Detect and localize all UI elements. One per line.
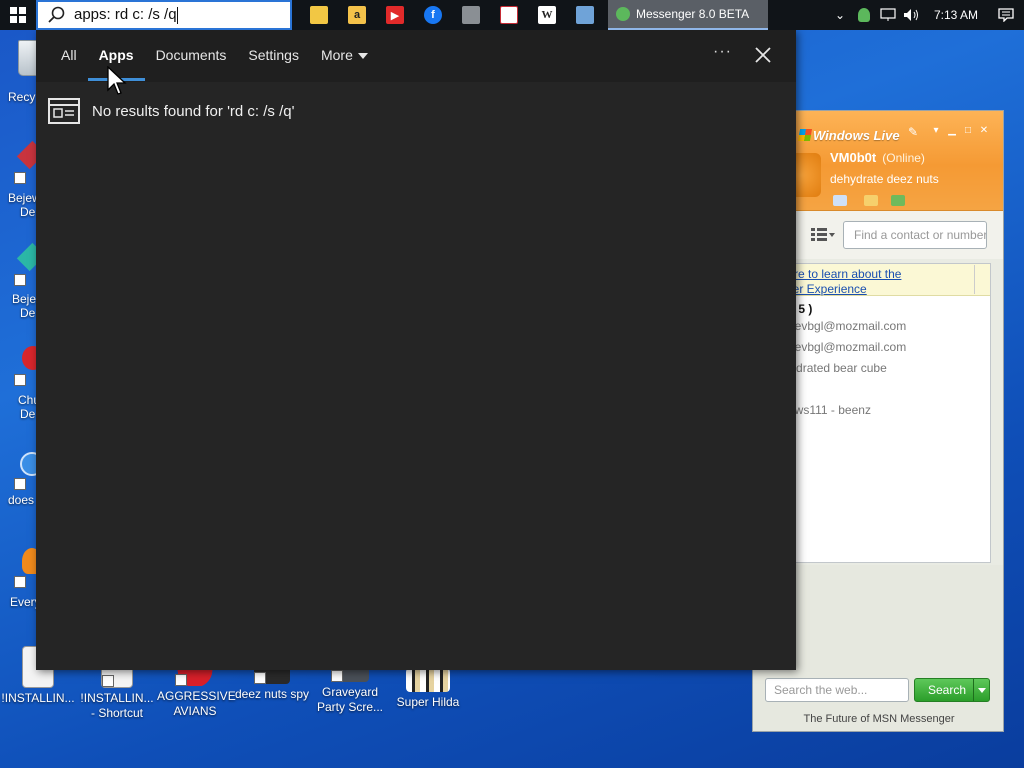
text-caret bbox=[176, 6, 178, 24]
status-text: (Online) bbox=[882, 151, 925, 165]
desktop-icon-chuzzle[interactable] bbox=[14, 344, 44, 392]
tab-documents[interactable]: Documents bbox=[145, 30, 238, 82]
amazon-icon[interactable]: a bbox=[338, 0, 376, 30]
minimize-icon[interactable]: ▁ bbox=[947, 126, 957, 136]
messenger-footer: The Future of MSN Messenger bbox=[803, 713, 955, 725]
shortcut-arrow-icon bbox=[102, 675, 114, 687]
list-view-icon[interactable] bbox=[811, 228, 835, 242]
shortcut-arrow-icon bbox=[14, 172, 26, 184]
banner-scrollbar[interactable] bbox=[974, 265, 988, 294]
shortcut-arrow-icon bbox=[254, 672, 266, 684]
web-search-input[interactable]: Search the web... bbox=[765, 678, 909, 702]
search-result: No results found for 'rd c: /s /q' bbox=[36, 82, 796, 140]
search-button-label: Search bbox=[928, 683, 967, 697]
desktop-icon-does[interactable] bbox=[14, 450, 44, 490]
mail-icon[interactable] bbox=[833, 195, 847, 206]
windows-logo-icon bbox=[10, 7, 26, 23]
search-icon bbox=[48, 6, 65, 23]
find-contact-input[interactable]: Find a contact or number bbox=[843, 221, 987, 249]
desktop-label: De bbox=[20, 205, 36, 219]
username-text: VM0b0t bbox=[830, 150, 877, 165]
system-tray: ⌄ 7:13 AM bbox=[828, 0, 1024, 30]
tab-settings[interactable]: Settings bbox=[237, 30, 310, 82]
tab-apps-label: Apps bbox=[98, 47, 134, 63]
tab-more[interactable]: More bbox=[310, 30, 379, 82]
desktop-label: Beje bbox=[12, 292, 37, 306]
desktop-icon-bejeweled-2[interactable] bbox=[14, 242, 46, 292]
messenger-brand: Windows Live bbox=[813, 128, 900, 143]
desktop-label: De bbox=[20, 407, 36, 421]
facebook-icon[interactable]: f bbox=[414, 0, 452, 30]
taskbar: apps: rd c: /s /q a ▶ f W Messenger 8.0 … bbox=[0, 0, 1024, 30]
display-picture[interactable] bbox=[793, 153, 821, 197]
search-options-dropdown[interactable] bbox=[973, 679, 989, 701]
no-results-text: No results found for 'rd c: /s /q' bbox=[92, 102, 295, 120]
tab-settings-label: Settings bbox=[248, 47, 299, 63]
shortcut-arrow-icon bbox=[331, 670, 343, 682]
mouse-pointer-icon bbox=[107, 65, 127, 96]
tab-all-label: All bbox=[61, 47, 77, 63]
ellipsis-icon[interactable]: ··· bbox=[713, 43, 732, 61]
spaces-icon[interactable] bbox=[864, 195, 878, 206]
desktop-icon-label: deez nuts spy bbox=[234, 687, 310, 701]
start-button[interactable] bbox=[0, 0, 36, 30]
desktop-label: Recy bbox=[8, 90, 36, 104]
search-flyout: All Apps Documents Settings More ··· No … bbox=[36, 30, 796, 670]
desktop-icon-label: AGGRESSIVE AVIANS bbox=[157, 689, 236, 718]
maximize-icon[interactable]: □ bbox=[963, 126, 973, 136]
tab-more-label: More bbox=[320, 47, 353, 63]
close-icon[interactable]: ✕ bbox=[979, 126, 989, 136]
messenger-taskbar-label: Messenger 8.0 BETA bbox=[636, 7, 750, 21]
messenger-username[interactable]: VM0b0t (Online) bbox=[830, 150, 925, 165]
tools-icon[interactable]: ✎ bbox=[908, 125, 922, 139]
web-search-button[interactable]: Search bbox=[914, 678, 990, 702]
pinned-apps: a ▶ f W bbox=[300, 0, 604, 30]
messenger-icon bbox=[616, 7, 630, 21]
search-query-text: apps: rd c: /s /q bbox=[74, 6, 178, 24]
shortcut-arrow-icon bbox=[175, 674, 187, 686]
window-buttons: ▾ ▁ □ ✕ bbox=[931, 126, 989, 136]
messenger-status-icon[interactable] bbox=[852, 0, 876, 30]
dropdown-icon[interactable]: ▾ bbox=[931, 126, 941, 136]
network-icon[interactable] bbox=[876, 0, 900, 30]
tab-all[interactable]: All bbox=[50, 30, 88, 82]
search-query: apps: rd c: /s /q bbox=[74, 6, 177, 24]
windows-live-logo-icon bbox=[797, 129, 813, 141]
youtube-icon[interactable]: ▶ bbox=[376, 0, 414, 30]
desktop-label: does bbox=[8, 493, 35, 507]
desktop-label: De bbox=[20, 306, 36, 320]
taskbar-search-box[interactable]: apps: rd c: /s /q bbox=[36, 0, 292, 30]
shortcut-arrow-icon bbox=[14, 576, 26, 588]
desktop-icon-label: Super Hilda bbox=[396, 695, 460, 709]
action-center-icon[interactable] bbox=[988, 0, 1024, 30]
chevron-up-icon[interactable]: ⌄ bbox=[828, 0, 852, 30]
pixel-game-icon bbox=[406, 668, 450, 692]
close-icon[interactable] bbox=[752, 44, 774, 66]
wikipedia-icon[interactable]: W bbox=[528, 0, 566, 30]
clock[interactable]: 7:13 AM bbox=[924, 8, 988, 22]
shortcut-arrow-icon bbox=[14, 374, 26, 386]
app-window-icon bbox=[48, 98, 80, 124]
taskbar-app-messenger[interactable]: Messenger 8.0 BETA bbox=[608, 0, 768, 30]
desktop-icon-label: !INSTALLIN... bbox=[1, 691, 75, 705]
tab-documents-label: Documents bbox=[155, 47, 227, 63]
bank-icon[interactable] bbox=[490, 0, 528, 30]
desktop-icon-label: Graveyard Party Scre... bbox=[316, 685, 384, 714]
photos-icon[interactable] bbox=[566, 0, 604, 30]
desktop-icon-label: !INSTALLIN... - Shortcut bbox=[80, 691, 154, 720]
calculator-icon[interactable] bbox=[452, 0, 490, 30]
search-tabs: All Apps Documents Settings More ··· bbox=[36, 30, 796, 82]
personal-message[interactable]: dehydrate deez nuts bbox=[830, 172, 939, 186]
desktop-icon-bejeweled-1[interactable] bbox=[14, 140, 46, 190]
shortcut-arrow-icon bbox=[14, 478, 26, 490]
desktop-icon-every[interactable] bbox=[14, 546, 42, 590]
news-icon[interactable] bbox=[891, 195, 905, 206]
shortcut-arrow-icon bbox=[14, 274, 26, 286]
file-explorer-icon[interactable] bbox=[300, 0, 338, 30]
volume-icon[interactable] bbox=[900, 0, 924, 30]
chevron-down-icon bbox=[357, 53, 368, 60]
